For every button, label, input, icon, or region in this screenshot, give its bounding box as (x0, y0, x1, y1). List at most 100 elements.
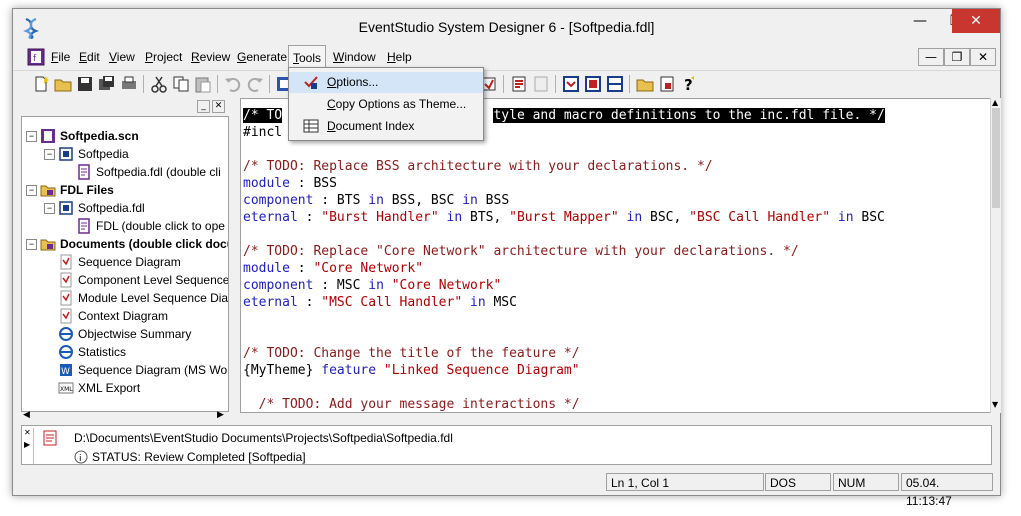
document-icon[interactable]: f (27, 48, 45, 66)
menu-label: eview (199, 50, 231, 64)
tree-item[interactable]: Context Diagram (22, 307, 228, 325)
tools-menu-item[interactable]: Options... (289, 72, 483, 93)
document-disabled-icon[interactable] (531, 74, 551, 94)
pane-minimize-button[interactable]: _ (197, 100, 210, 113)
tree-expander-icon[interactable]: − (26, 131, 37, 142)
tree-expander-icon[interactable]: − (44, 149, 55, 160)
copy-icon[interactable] (171, 74, 191, 94)
info-icon: i (74, 450, 88, 464)
tree-item[interactable]: Softpedia.fdl (double cli (22, 163, 228, 181)
ie-icon (59, 327, 73, 341)
tree-item[interactable]: W Sequence Diagram (MS Wo (22, 361, 228, 379)
menu-window[interactable]: Window (329, 45, 380, 69)
tree-item[interactable]: − Softpedia (22, 145, 228, 163)
output-pane: ✕ ▶ D:\Documents\EventStudio Documents\P… (21, 425, 992, 465)
paste-icon[interactable] (193, 74, 213, 94)
new-file-icon[interactable] (31, 74, 51, 94)
scroll-right-icon: ▶ (217, 410, 224, 420)
menu-accelerator: H (387, 50, 396, 64)
cursor-position: Ln 1, Col 1 (606, 473, 764, 491)
menu-label: iew (116, 50, 135, 64)
mdi-restore-button[interactable]: ❐ (944, 48, 970, 66)
code-line: component : BTS in BSS, BSC in BSS (243, 193, 510, 208)
open-folder-icon[interactable] (53, 74, 73, 94)
tree-item[interactable]: Statistics (22, 343, 228, 361)
menu-help[interactable]: Help (383, 45, 416, 69)
window-icon[interactable] (583, 74, 603, 94)
tree-item[interactable]: XML XML Export (22, 379, 228, 397)
tree-horizontal-scrollbar[interactable]: ◀ ▶ (21, 410, 229, 423)
scrollbar-thumb[interactable] (992, 108, 1000, 208)
close-icon[interactable]: ✕ (24, 428, 31, 437)
tree-item-label: Statistics (78, 345, 127, 359)
output-status: STATUS: Review Completed [Softpedia] (92, 450, 306, 464)
scroll-down-icon: ▼ (992, 400, 999, 409)
pane-close-button[interactable]: ✕ (212, 100, 225, 113)
menu-bar: f File Edit View Project Review Generate Tools… (13, 45, 1000, 69)
redo-icon[interactable] (245, 74, 265, 94)
pdf-document-icon[interactable] (509, 74, 529, 94)
minimize-button[interactable]: — (902, 9, 938, 33)
editor-vertical-scrollbar[interactable]: ▲ ▼ (990, 98, 1001, 413)
output-file-path: D:\Documents\EventStudio Documents\Proje… (74, 431, 453, 445)
tools-menu-item[interactable]: Document Index (289, 116, 483, 137)
save-all-icon[interactable] (97, 74, 117, 94)
tree-item[interactable]: − FDL Files (22, 181, 228, 199)
tree-item[interactable]: Objectwise Summary (22, 325, 228, 343)
tree-expander-icon[interactable]: − (44, 203, 55, 214)
tree-item[interactable]: − Softpedia.scn (22, 127, 228, 145)
toolbar-separator (217, 75, 218, 93)
layout-icon[interactable] (605, 74, 625, 94)
code-line: {MyTheme} feature "Linked Sequence Diagr… (243, 363, 580, 378)
close-icon: ✕ (970, 13, 982, 29)
menu-generate[interactable]: Generate (233, 45, 291, 69)
code-line: /* TODO: Change the title of the feature… (243, 346, 580, 361)
tree-item-label: Objectwise Summary (78, 327, 192, 341)
tree-expander-icon[interactable]: − (26, 239, 37, 250)
close-button[interactable]: ✕ (952, 9, 1000, 33)
menu-file[interactable]: File (47, 45, 74, 69)
tree-item-label: Softpedia.scn (60, 129, 139, 143)
menu-edit[interactable]: Edit (75, 45, 104, 69)
code-editor[interactable]: /* TO tyle and macro definitions to the … (240, 98, 991, 413)
minimize-icon: — (913, 13, 927, 29)
table-icon (303, 119, 319, 133)
print-icon[interactable] (119, 74, 139, 94)
help-icon[interactable]: ? (679, 74, 699, 94)
code-line: #incl (243, 125, 283, 140)
tools-menu-item-label: Options... (327, 75, 379, 89)
menu-tools[interactable]: Tools (288, 45, 327, 69)
arrow-right-icon[interactable]: ▶ (24, 440, 30, 449)
tree-item[interactable]: − Documents (double click docu (22, 235, 228, 253)
view-icon[interactable] (561, 74, 581, 94)
menu-review[interactable]: Review (187, 45, 234, 69)
undo-icon[interactable] (223, 74, 243, 94)
menu-view[interactable]: View (105, 45, 139, 69)
mdi-minimize-button[interactable]: — (918, 48, 944, 66)
folder-icon[interactable] (635, 74, 655, 94)
tree-expander-icon[interactable]: − (26, 185, 37, 196)
export-icon[interactable] (657, 74, 677, 94)
tree-item[interactable]: Module Level Sequence Dia (22, 289, 228, 307)
mdi-close-button[interactable]: ✕ (970, 48, 996, 66)
menu-label: elp (395, 50, 412, 64)
svg-text:W: W (61, 367, 70, 377)
tree-item-label: Module Level Sequence Dia (78, 291, 229, 305)
tools-menu-item-label: Copy Options as Theme... (327, 97, 467, 111)
menu-label: dit (87, 50, 100, 64)
cut-icon[interactable] (149, 74, 169, 94)
menu-project[interactable]: Project (141, 45, 186, 69)
menu-accelerator: V (109, 50, 117, 64)
title-bar[interactable]: EventStudio System Designer 6 - [Softped… (13, 9, 1000, 45)
tree-item[interactable]: − Softpedia.fdl (22, 199, 228, 217)
tree-item[interactable]: Component Level Sequence (22, 271, 228, 289)
output-pane-gripper[interactable]: ✕ ▶ (24, 428, 34, 464)
tools-menu-item-label: Document Index (327, 119, 415, 133)
tree-item-label: FDL Files (60, 183, 114, 197)
tools-menu-item[interactable]: Copy Options as Theme... (289, 94, 483, 115)
toolbar: ? (13, 70, 1000, 96)
tree-item[interactable]: Sequence Diagram (22, 253, 228, 271)
tree-item[interactable]: FDL (double click to ope (22, 217, 228, 235)
tree-pane-header: _ ✕ (21, 98, 229, 116)
save-icon[interactable] (75, 74, 95, 94)
